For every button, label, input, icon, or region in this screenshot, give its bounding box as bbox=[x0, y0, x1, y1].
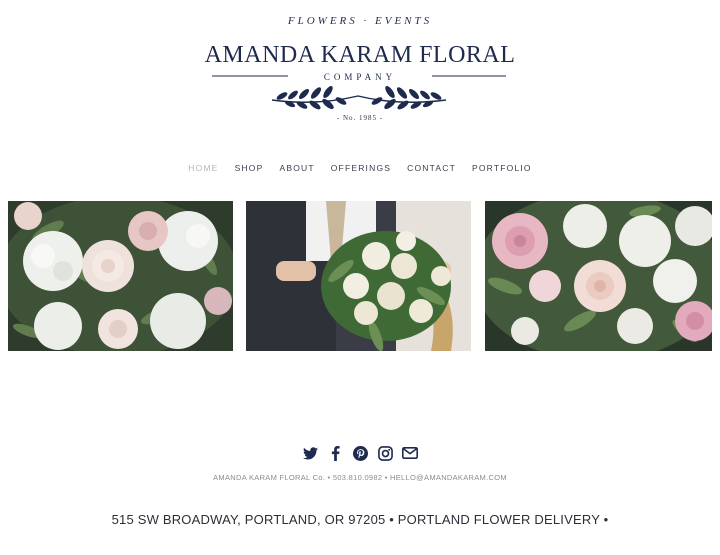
nav-offerings[interactable]: OFFERINGS bbox=[331, 163, 391, 173]
nav-home[interactable]: HOME bbox=[188, 163, 218, 173]
photo-gallery bbox=[8, 201, 712, 351]
photo-bride-groom-bouquet[interactable] bbox=[246, 201, 471, 351]
nav-contact[interactable]: CONTACT bbox=[407, 163, 456, 173]
photo-pink-roses-greenery[interactable] bbox=[485, 201, 712, 351]
logo-company: COMPANY bbox=[323, 72, 397, 82]
contact-info: AMANDA KARAM FLORAL Co. • 503.810.0982 •… bbox=[213, 473, 507, 482]
social-links bbox=[0, 445, 720, 461]
mail-icon[interactable] bbox=[402, 445, 418, 461]
logo-established: - No. 1985 - bbox=[336, 114, 384, 122]
pinterest-icon[interactable] bbox=[352, 445, 368, 461]
nav-portfolio[interactable]: PORTFOLIO bbox=[472, 163, 532, 173]
nav-about[interactable]: ABOUT bbox=[279, 163, 314, 173]
site-logo[interactable]: FLOWERS · EVENTS AMANDA KARAM FLORAL COM… bbox=[0, 0, 720, 130]
main-nav: HOME SHOP ABOUT OFFERINGS CONTACT PORTFO… bbox=[0, 158, 720, 178]
photo-blush-roses-hydrangeas[interactable] bbox=[8, 201, 233, 351]
twitter-icon[interactable] bbox=[302, 445, 318, 461]
logo-brand-name: AMANDA KARAM FLORAL bbox=[204, 42, 516, 68]
nav-shop[interactable]: SHOP bbox=[235, 163, 264, 173]
facebook-icon[interactable] bbox=[327, 445, 343, 461]
instagram-icon[interactable] bbox=[377, 445, 393, 461]
laurel-icon bbox=[271, 86, 447, 110]
address-line: 515 SW BROADWAY, PORTLAND, OR 97205 • PO… bbox=[111, 512, 609, 527]
logo-tagline: FLOWERS · EVENTS bbox=[287, 15, 433, 27]
